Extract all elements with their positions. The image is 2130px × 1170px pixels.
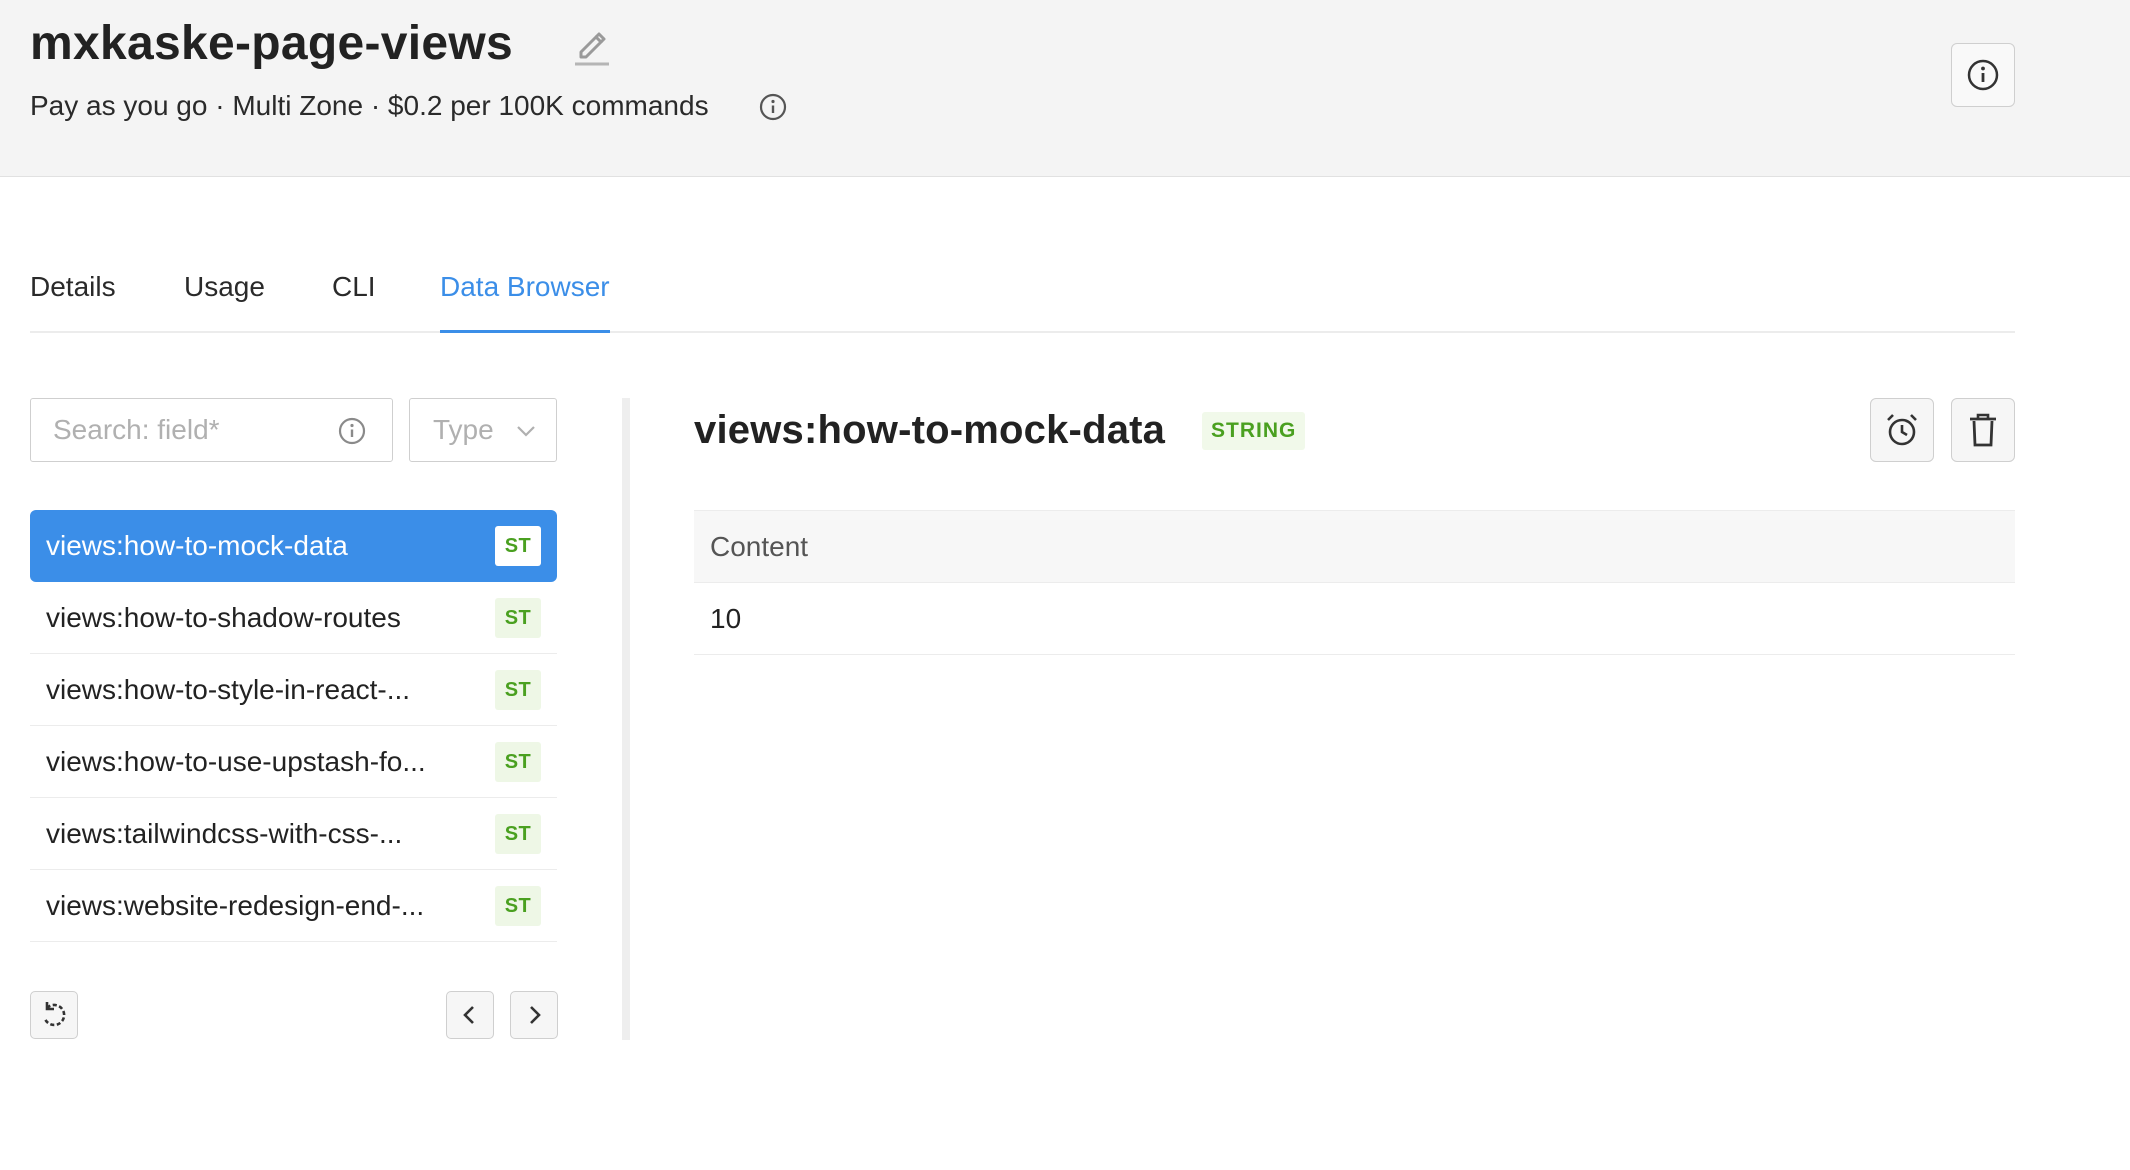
key-name: views:website-redesign-end-...: [46, 890, 425, 921]
key-list-item[interactable]: views:how-to-use-upstash-fo... ST: [30, 726, 557, 798]
plan-summary: Pay as you go · Multi Zone · $0.2 per 10…: [30, 90, 709, 121]
key-name: views:how-to-mock-data: [46, 530, 348, 561]
info-icon[interactable]: [337, 416, 367, 446]
content-value: 10: [710, 603, 742, 634]
database-info-button[interactable]: [1951, 43, 2015, 107]
key-type-badge: STRING: [1202, 412, 1306, 450]
key-list-item[interactable]: views:website-redesign-end-... ST: [30, 870, 557, 942]
tab-details[interactable]: Details: [30, 270, 116, 333]
database-title: mxkaske-page-views: [30, 17, 514, 70]
type-badge: ST: [495, 742, 541, 782]
key-list-item[interactable]: views:how-to-shadow-routes ST: [30, 582, 557, 654]
type-badge: ST: [495, 886, 541, 926]
content-table-header: Content: [694, 510, 2015, 583]
key-list: views:how-to-mock-data ST views:how-to-s…: [30, 510, 557, 942]
key-list-item[interactable]: views:tailwindcss-with-css-... ST: [30, 798, 557, 870]
type-badge: ST: [495, 670, 541, 710]
content-row[interactable]: 10: [694, 583, 2015, 655]
trash-icon: [1970, 413, 1996, 447]
type-badge: ST: [495, 598, 541, 638]
search-input[interactable]: [53, 399, 333, 461]
type-badge: ST: [495, 814, 541, 854]
chevron-right-icon: [530, 1006, 541, 1024]
database-header: mxkaske-page-views Pay as you go · Multi…: [0, 0, 2130, 177]
info-icon: [1967, 59, 1999, 91]
selected-key-title: views:how-to-mock-data: [694, 408, 1166, 452]
pencil-icon[interactable]: [569, 22, 615, 68]
key-name: views:how-to-style-in-react-...: [46, 674, 411, 705]
key-list-item[interactable]: views:how-to-style-in-react-... ST: [30, 654, 557, 726]
panel-divider[interactable]: [622, 398, 630, 1040]
key-name: views:how-to-use-upstash-fo...: [46, 746, 426, 777]
content-column-header: Content: [710, 531, 809, 562]
tab-bar: Details Usage CLI Data Browser: [30, 240, 2015, 333]
key-list-item[interactable]: views:how-to-mock-data ST: [30, 510, 557, 582]
alarm-clock-icon: [1887, 414, 1917, 446]
delete-key-button[interactable]: [1951, 398, 2015, 462]
info-icon[interactable]: [758, 92, 788, 122]
tab-cli[interactable]: CLI: [332, 270, 376, 333]
type-filter-label: Type: [433, 414, 494, 445]
tab-data-browser[interactable]: Data Browser: [440, 270, 610, 333]
chevron-down-icon: [517, 426, 535, 437]
type-filter-select[interactable]: Type: [409, 398, 557, 462]
previous-page-button[interactable]: [446, 991, 494, 1039]
type-badge: ST: [495, 526, 541, 566]
search-box: [30, 398, 393, 462]
content-table: Content 10: [694, 510, 2015, 655]
key-name: views:how-to-shadow-routes: [46, 602, 401, 633]
next-page-button[interactable]: [510, 991, 558, 1039]
refresh-icon: [43, 1002, 66, 1027]
set-ttl-button[interactable]: [1870, 398, 1934, 462]
key-name: views:tailwindcss-with-css-...: [46, 818, 403, 849]
tab-usage[interactable]: Usage: [184, 270, 265, 333]
chevron-left-icon: [463, 1006, 474, 1024]
refresh-button[interactable]: [30, 991, 78, 1039]
